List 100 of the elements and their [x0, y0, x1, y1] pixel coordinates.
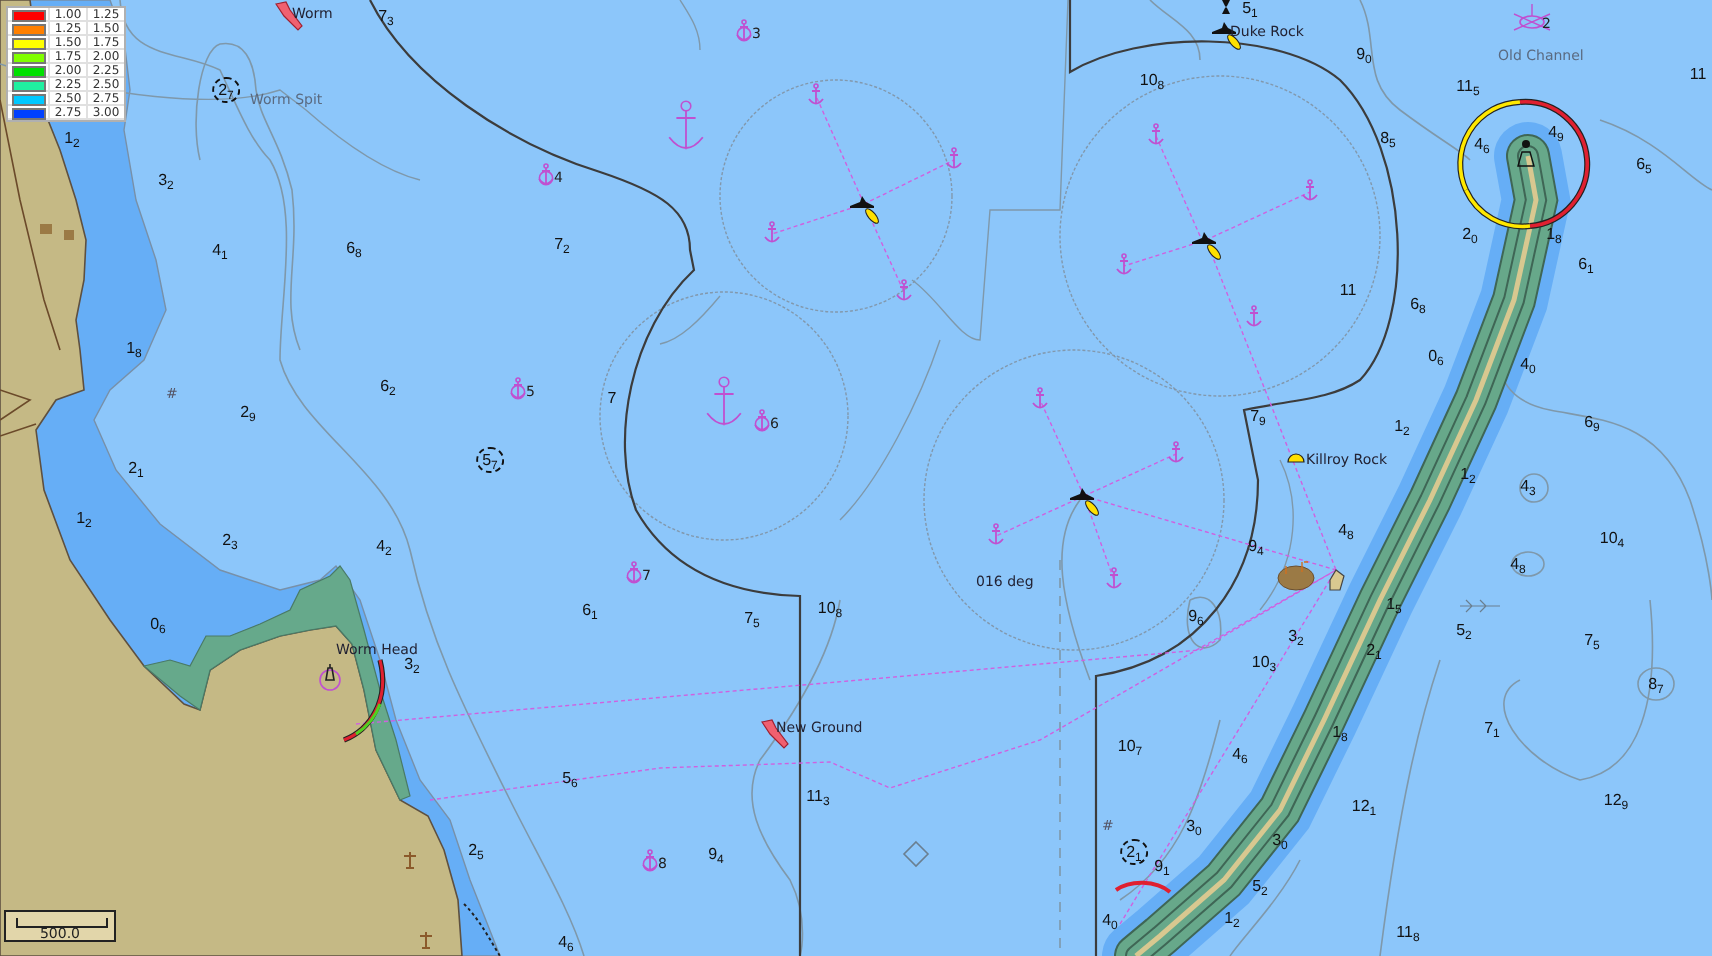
depth-sounding: 7$_{3}$: [378, 7, 394, 25]
cross-icon: [419, 931, 433, 949]
depth-sounding: 7$_{5}$: [1584, 631, 1600, 649]
depth-sounding: 10$_{4}$: [1599, 529, 1625, 547]
weed-icon: [1459, 599, 1501, 613]
depth-sounding: 5$_{6}$: [562, 769, 578, 787]
depth-sounding: 4$_{6}$: [1474, 135, 1490, 153]
circled-sounding: 5$_{7}$: [476, 447, 504, 473]
depth-sounding: 9$_{4}$: [1248, 537, 1264, 555]
anchor-icon: [1246, 305, 1262, 327]
depth-sounding: 9$_{6}$: [1188, 607, 1204, 625]
anchor-icon: [510, 377, 526, 400]
depth-sounding: 5$_{1}$: [1242, 0, 1258, 17]
depth-sounding: 10$_{7}$: [1117, 737, 1143, 755]
depth-sounding: 1$_{8}$: [1332, 723, 1348, 741]
depth-sounding: 12$_{1}$: [1351, 797, 1377, 815]
depth-sounding: 6$_{1}$: [582, 601, 598, 619]
depth-sounding: 4$_{9}$: [1548, 123, 1564, 141]
depth-sounding: 1$_{2}$: [76, 509, 92, 527]
depth-sounding: 2$_{3}$: [222, 531, 238, 549]
depth-sounding: 9$_{4}$: [708, 845, 724, 863]
depth-sounding: 4$_{8}$: [1338, 521, 1354, 539]
circled-sounding: 2$_{7}$: [212, 77, 240, 103]
depth-sounding: 3$_{0}$: [1272, 831, 1288, 849]
depth-sounding: 6$_{1}$: [1578, 255, 1594, 273]
depth-sounding: 2$_{0}$: [1462, 225, 1478, 243]
depth-sounding: 0$_{6}$: [1428, 347, 1444, 365]
depth-sounding: 2$_{1}$: [128, 459, 144, 477]
depth-sounding: 11$_{8}$: [1396, 923, 1420, 941]
depth-sounding: 7$_{2}$: [554, 235, 570, 253]
depth-sounding: 1$_{2}$: [64, 129, 80, 147]
depth-sounding: 5$_{2}$: [1252, 877, 1268, 895]
depth-sounding: 3$_{0}$: [1186, 817, 1202, 835]
topmark-icon: [1222, 0, 1230, 14]
depth-sounding: 10$_{3}$: [1251, 653, 1277, 671]
depth-sounding: 6$_{5}$: [1636, 155, 1652, 173]
buoy-icon: [1192, 232, 1221, 260]
buoy-icon: [850, 196, 879, 224]
rock-icon: [1277, 561, 1315, 591]
depth-sounding: 4$_{2}$: [376, 537, 392, 555]
depth-sounding: 5$_{2}$: [1456, 621, 1472, 639]
depth-sounding: 6$_{2}$: [380, 377, 396, 395]
anchor-icon: [1116, 253, 1132, 275]
wreck-icon: [1513, 3, 1551, 31]
depth-sounding: 1$_{2}$: [1224, 909, 1240, 927]
depth-sounding: 1$_{2}$: [1394, 417, 1410, 435]
anchor-icon: [988, 523, 1004, 545]
depth-sounding: 7: [607, 389, 617, 407]
anchor-icon: [538, 163, 554, 186]
anchor-icon: [754, 409, 770, 432]
depth-sounding: 1$_{8}$: [126, 339, 142, 357]
light-sector-arc: [1114, 880, 1172, 894]
depth-sounding: 11: [1689, 65, 1707, 83]
depth-sounding: 11: [1339, 281, 1357, 299]
anchor-icon: [896, 279, 912, 301]
anchor-icon: [706, 376, 742, 427]
light-sector-circle: [1457, 98, 1591, 230]
anchor-icon: [1148, 123, 1164, 145]
cross-icon: [403, 851, 417, 869]
depth-sounding: 7$_{1}$: [1484, 719, 1500, 737]
anchor-icon: [736, 19, 752, 42]
danger-line: [463, 903, 501, 956]
depth-sounding: 4$_{3}$: [1520, 477, 1536, 495]
depth-sounding: 2$_{9}$: [240, 403, 256, 421]
depth-sounding: 9$_{1}$: [1154, 857, 1170, 875]
depth-sounding: 6$_{9}$: [1584, 413, 1600, 431]
anchor-icon: [642, 849, 658, 872]
depth-sounding: 4$_{6}$: [558, 933, 574, 951]
anchor-icon: [764, 221, 780, 243]
diamond-icon: [902, 840, 930, 868]
depth-sounding: 12$_{9}$: [1603, 791, 1629, 809]
anchor-icon: [1302, 179, 1318, 201]
depth-sounding: 6$_{8}$: [346, 239, 362, 257]
depth-sounding: 4$_{1}$: [212, 241, 228, 259]
depth-sounding: 3$_{2}$: [404, 655, 420, 673]
depth-sounding: 11$_{5}$: [1456, 77, 1480, 95]
depth-sounding: 1$_{5}$: [1386, 595, 1402, 613]
circled-sounding: 2$_{1}$: [1120, 839, 1148, 865]
depth-sounding: 2$_{5}$: [468, 841, 484, 859]
depth-sounding: 2$_{1}$: [1366, 641, 1382, 659]
anchor-icon: [668, 100, 704, 151]
depth-sounding: 10$_{8}$: [1139, 71, 1165, 89]
depth-sounding: 8$_{5}$: [1380, 129, 1396, 147]
depth-sounding: 3$_{2}$: [158, 171, 174, 189]
anchor-icon: [1106, 567, 1122, 589]
depth-sounding: 10$_{8}$: [817, 599, 843, 617]
depth-sounding: 3$_{2}$: [1288, 627, 1304, 645]
depth-sounding: 4$_{0}$: [1520, 355, 1536, 373]
depth-sounding: 8$_{7}$: [1648, 675, 1664, 693]
light-tower-icon: [1517, 140, 1535, 167]
anchor-icon: [808, 83, 824, 105]
depth-sounding: 4$_{6}$: [1232, 745, 1248, 763]
depth-sounding: 7$_{9}$: [1250, 407, 1266, 425]
buoy-icon: [1070, 488, 1099, 516]
beacon-icon: [1329, 569, 1345, 591]
depth-sounding: 0$_{6}$: [150, 615, 166, 633]
depth-sounding: 6$_{8}$: [1410, 295, 1426, 313]
lighthouse-icon: [319, 663, 341, 691]
depth-sounding: 4$_{0}$: [1102, 911, 1118, 929]
anchor-icon: [1168, 441, 1184, 463]
